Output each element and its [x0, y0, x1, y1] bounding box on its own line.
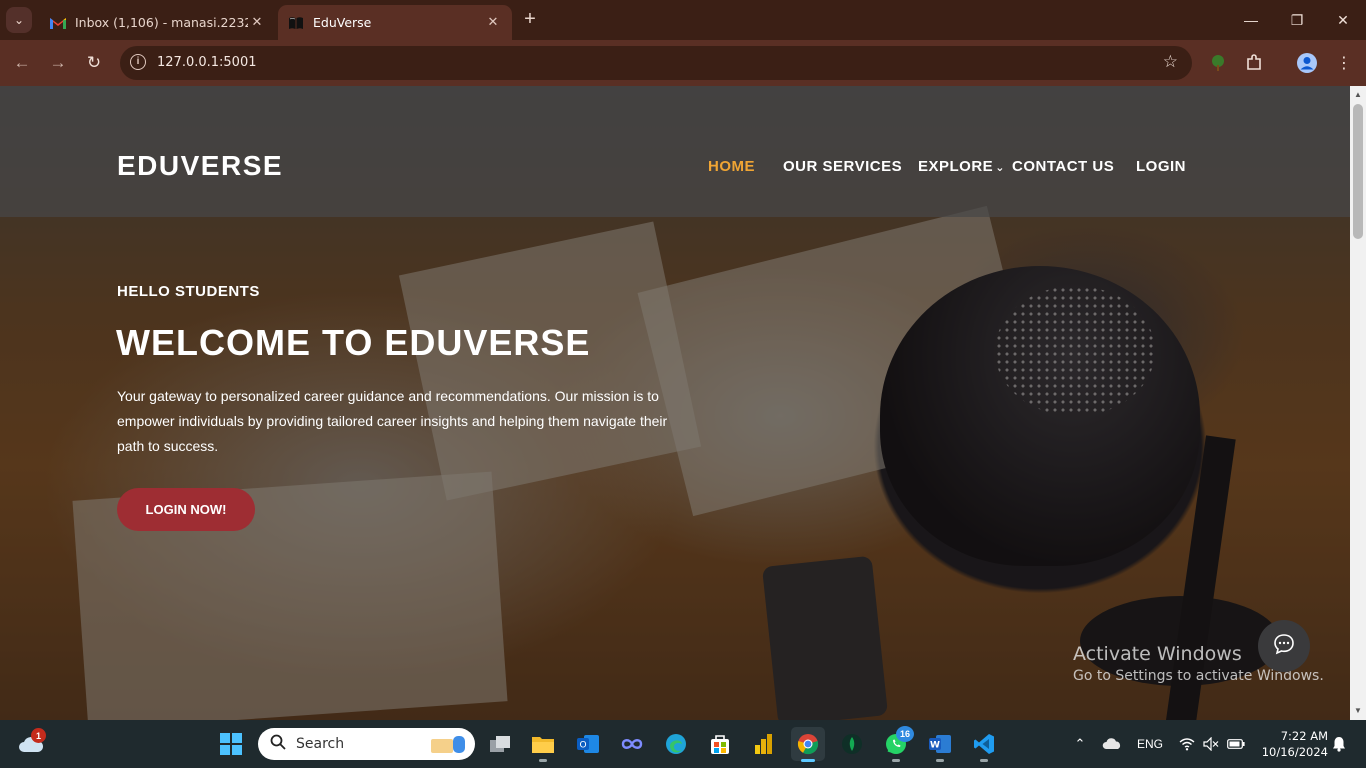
copilot-loop-icon[interactable]	[615, 727, 649, 761]
vscode-icon[interactable]	[967, 727, 1001, 762]
page-scrollbar[interactable]: ▲ ▼	[1350, 86, 1366, 720]
clock-time: 7:22 AM	[1280, 729, 1328, 743]
taskbar-search[interactable]: Search	[258, 728, 475, 760]
reload-icon[interactable]: ↻	[79, 48, 109, 78]
site-info-icon[interactable]: i	[130, 54, 146, 70]
windows-taskbar: 1 Search O 16 W ⌃ ENG 7:22 AM 10/16/2024	[0, 720, 1366, 768]
bookmark-star-icon[interactable]: ☆	[1163, 52, 1178, 72]
nav-explore-label: EXPLORE	[918, 158, 994, 175]
mongodb-compass-icon[interactable]	[835, 727, 869, 761]
close-window-icon[interactable]: ✕	[1320, 0, 1366, 40]
close-icon[interactable]: ✕	[248, 15, 266, 30]
site-logo[interactable]: EDUVERSE	[117, 150, 283, 182]
tree-extension-icon[interactable]	[1204, 49, 1232, 77]
hero-greeting: HELLO STUDENTS	[117, 283, 260, 300]
forward-icon[interactable]: →	[43, 48, 73, 78]
login-now-button[interactable]: LOGIN NOW!	[117, 488, 255, 531]
tab-title: Inbox (1,106) - manasi.22320131	[75, 15, 248, 30]
notification-bell-icon[interactable]	[1328, 720, 1350, 768]
battery-icon[interactable]	[1224, 720, 1248, 768]
word-icon[interactable]: W	[923, 727, 957, 762]
language-indicator[interactable]: ENG	[1134, 720, 1166, 768]
scroll-down-icon[interactable]: ▼	[1353, 706, 1363, 716]
book-icon	[288, 15, 304, 31]
page-viewport: EDUVERSE HOME OUR SERVICES EXPLORE ⌄ CONT…	[0, 86, 1350, 720]
microsoft-store-icon[interactable]	[703, 727, 737, 761]
browser-tab-strip: ⌄ Inbox (1,106) - manasi.22320131 ✕ EduV…	[0, 0, 1366, 40]
gmail-icon	[50, 15, 66, 31]
chevron-down-icon: ⌄	[995, 162, 1005, 174]
extensions-icon[interactable]	[1240, 49, 1268, 77]
chrome-icon[interactable]	[791, 727, 825, 762]
nav-explore[interactable]: EXPLORE ⌄	[918, 158, 1005, 175]
nav-contact-us[interactable]: CONTACT US	[1012, 158, 1114, 175]
edge-icon[interactable]	[659, 727, 693, 761]
address-bar[interactable]: i 127.0.0.1:5001 ☆	[120, 46, 1192, 80]
svg-text:O: O	[579, 741, 586, 751]
outlook-icon[interactable]: O	[571, 727, 605, 761]
tab-title: EduVerse	[313, 15, 372, 30]
show-hidden-icons-icon[interactable]: ⌃	[1068, 720, 1092, 768]
restore-icon[interactable]: ❐	[1274, 0, 1320, 40]
task-view-icon[interactable]	[483, 727, 517, 761]
hero-description: Your gateway to personalized career guid…	[117, 388, 668, 454]
nav-login[interactable]: LOGIN	[1136, 158, 1186, 175]
browser-toolbar: ← → ↻ i 127.0.0.1:5001 ☆ ⋮	[0, 40, 1366, 86]
onedrive-icon[interactable]	[1098, 720, 1126, 768]
profile-avatar-icon[interactable]	[1293, 49, 1321, 77]
search-highlight-icon	[429, 733, 467, 760]
power-bi-icon[interactable]	[746, 727, 780, 761]
new-tab-button[interactable]: +	[518, 8, 542, 32]
volume-muted-icon[interactable]	[1200, 720, 1222, 768]
windows-start-icon[interactable]	[214, 727, 248, 761]
chat-bubble-icon	[1272, 632, 1296, 661]
menu-kebab-icon[interactable]: ⋮	[1330, 49, 1358, 77]
whatsapp-badge: 16	[896, 726, 914, 742]
weather-badge: 1	[31, 728, 46, 743]
nav-home[interactable]: HOME	[708, 158, 755, 175]
search-placeholder: Search	[296, 736, 345, 752]
scrollbar-thumb[interactable]	[1353, 104, 1363, 239]
chat-button[interactable]	[1258, 620, 1310, 672]
clock-date: 10/16/2024	[1261, 745, 1328, 759]
activate-windows-title: Activate Windows	[1073, 643, 1242, 665]
nav-our-services[interactable]: OUR SERVICES	[783, 158, 902, 175]
search-icon	[270, 734, 286, 755]
tab-gmail[interactable]: Inbox (1,106) - manasi.22320131 ✕	[40, 5, 276, 40]
minimize-icon[interactable]: —	[1228, 0, 1274, 40]
tab-search-button[interactable]: ⌄	[6, 7, 32, 33]
file-explorer-icon[interactable]	[526, 727, 560, 762]
address-text[interactable]: 127.0.0.1:5001	[157, 55, 257, 70]
svg-text:W: W	[930, 741, 940, 751]
hero-title: WELCOME TO EDUVERSE	[116, 322, 591, 363]
scroll-up-icon[interactable]: ▲	[1353, 90, 1363, 100]
back-icon[interactable]: ←	[7, 48, 37, 78]
wifi-icon[interactable]	[1176, 720, 1198, 768]
tab-eduverse[interactable]: EduVerse ✕	[278, 5, 512, 40]
close-icon[interactable]: ✕	[484, 15, 502, 30]
system-clock[interactable]: 7:22 AM 10/16/2024	[1258, 728, 1328, 760]
